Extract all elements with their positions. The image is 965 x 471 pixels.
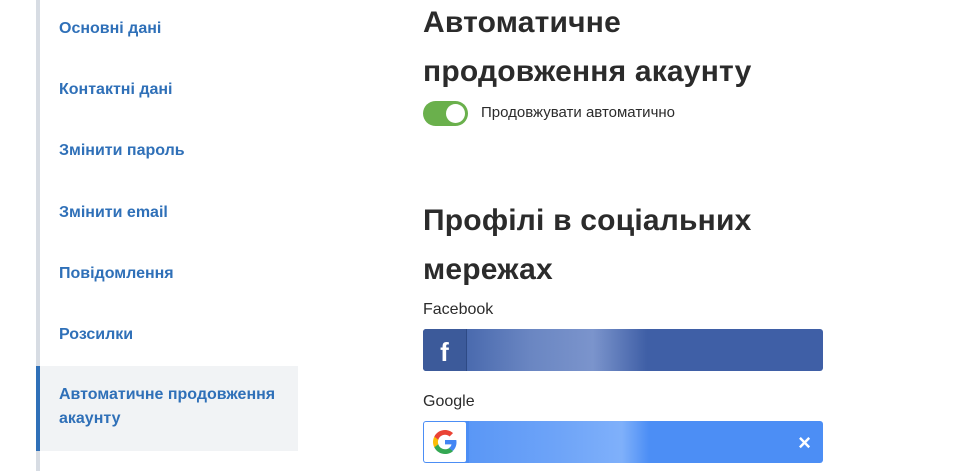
google-connected-account[interactable]: × [423,421,823,463]
settings-sidebar: Основні дані Контактні дані Змінити паро… [0,0,298,471]
facebook-icon: f [423,329,467,371]
sidebar-item-contact-data[interactable]: Контактні дані [40,78,298,102]
sidebar-item-mailings[interactable]: Розсилки [40,323,298,347]
sidebar-item-change-email[interactable]: Змінити email [40,201,298,225]
toggle-knob [446,104,465,123]
sidebar-item-change-password[interactable]: Змінити пароль [40,139,298,163]
sidebar-item-auto-renewal[interactable]: Автоматичне продовження акаунту [36,366,298,451]
google-icon [424,422,466,462]
sidebar-item-basic-data[interactable]: Основні дані [40,17,298,41]
sidebar-item-notifications[interactable]: Повідомлення [40,262,298,286]
social-profiles-title: Профілі в соціальних мережах [423,204,752,286]
google-account-name-redacted [469,421,649,463]
google-label: Google [423,393,475,410]
auto-renewal-title: Автоматичне продовження акаунту [423,6,752,88]
disconnect-google-icon[interactable]: × [798,421,811,463]
facebook-connect-button[interactable]: f [423,329,823,371]
auto-renew-toggle-label: Продовжувати автоматично [481,104,676,121]
auto-renew-toggle[interactable] [423,101,468,126]
facebook-account-name-redacted [467,329,647,371]
facebook-label: Facebook [423,301,494,318]
